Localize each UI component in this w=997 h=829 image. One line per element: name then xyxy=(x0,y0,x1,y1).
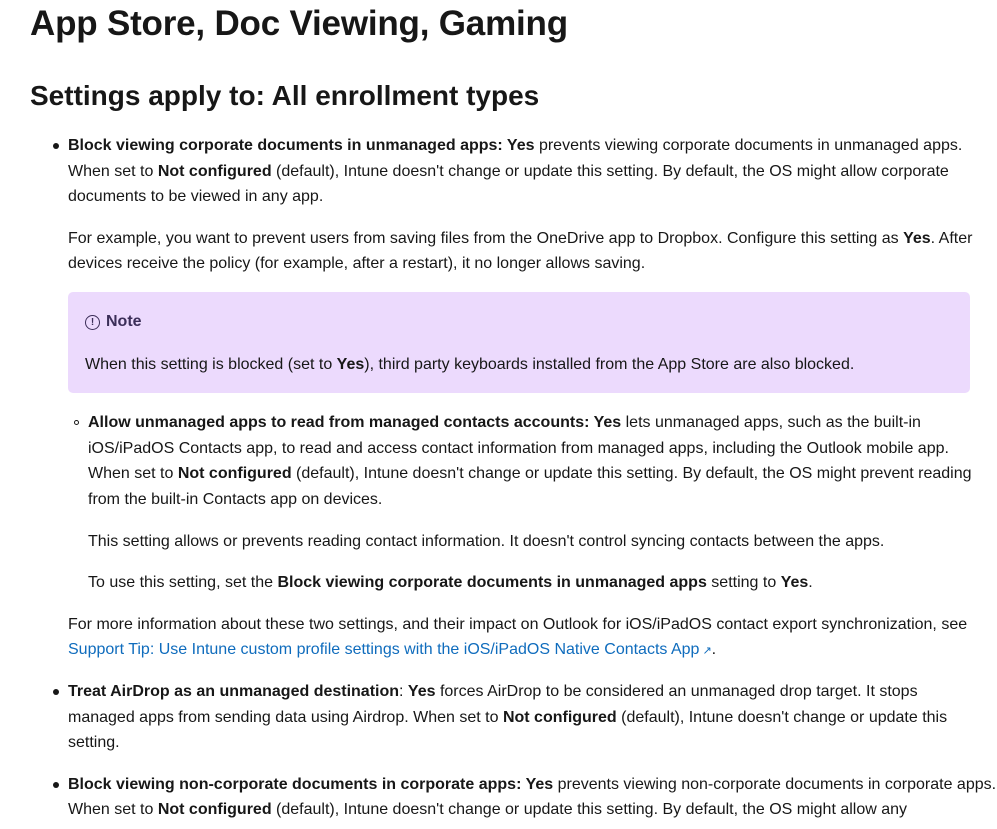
text: (default), Intune doesn't change or upda… xyxy=(271,163,949,180)
yes-value: Yes xyxy=(336,356,365,373)
example-line1: For example, you want to prevent users f… xyxy=(68,226,972,252)
yes-value: Yes xyxy=(780,574,809,591)
item1-line3: documents to be viewed in any app. xyxy=(68,188,324,205)
bullet xyxy=(53,143,59,149)
example-line2: devices receive the policy (for example,… xyxy=(68,255,646,272)
support-tip-link[interactable]: Support Tip: Use Intune custom profile s… xyxy=(68,641,699,658)
subitem-line1: Allow unmanaged apps to read from manage… xyxy=(88,410,921,436)
text: (default), Intune doesn't change or upda… xyxy=(616,709,948,726)
yes-value: Yes xyxy=(525,776,554,793)
text: When this setting is blocked (set to xyxy=(85,356,337,373)
setting-reference: Block viewing corporate documents in unm… xyxy=(277,574,707,591)
bullet xyxy=(53,782,59,788)
setting-name: Block viewing non-corporate documents in… xyxy=(68,776,517,793)
text: When set to xyxy=(88,465,178,482)
setting-name: Treat AirDrop as an unmanaged destinatio… xyxy=(68,683,400,700)
bullet xyxy=(53,689,59,695)
not-configured-value: Not configured xyxy=(177,465,292,482)
setting-name: Block viewing corporate documents in unm… xyxy=(68,137,498,154)
text: (default), Intune doesn't change or upda… xyxy=(291,465,972,482)
text: To use this setting, set the xyxy=(88,574,278,591)
not-configured-value: Not configured xyxy=(157,801,272,818)
note-title-text: Note xyxy=(106,313,142,330)
text: forces AirDrop to be considered an unman… xyxy=(435,683,918,700)
separator: : xyxy=(399,683,408,700)
item1-line2: When set to Not configured (default), In… xyxy=(68,159,949,185)
text: lets unmanaged apps, such as the built-i… xyxy=(621,414,921,431)
text: (default), Intune doesn't change or upda… xyxy=(271,801,908,818)
yes-value: Yes xyxy=(506,137,535,154)
subitem-line3: When set to Not configured (default), In… xyxy=(88,461,972,487)
more-info-line2: Support Tip: Use Intune custom profile s… xyxy=(68,637,716,665)
subitem-para3: To use this setting, set the Block viewi… xyxy=(88,570,813,596)
text: ), third party keyboards installed from … xyxy=(364,356,855,373)
yes-value: Yes xyxy=(407,683,436,700)
info-circle-icon: ! xyxy=(85,314,100,330)
external-link-icon: ↗ xyxy=(702,645,712,657)
setting-name: Allow unmanaged apps to read from manage… xyxy=(88,414,585,431)
separator: : xyxy=(516,776,526,793)
more-info-line1: For more information about these two set… xyxy=(68,616,968,633)
text: When set to xyxy=(68,163,158,180)
section-heading: Settings apply to: All enrollment types xyxy=(30,80,540,111)
yes-value: Yes xyxy=(903,230,931,247)
note-callout: ! Note When this setting is blocked (set… xyxy=(68,292,970,393)
not-configured-value: Not configured xyxy=(502,709,617,726)
not-configured-value: Not configured xyxy=(157,163,272,180)
yes-value: Yes xyxy=(593,414,622,431)
note-body: When this setting is blocked (set to Yes… xyxy=(85,352,854,377)
doc-page: App Store, Doc Viewing, Gaming Settings … xyxy=(0,0,997,829)
text: prevents viewing non-corporate documents… xyxy=(553,776,997,793)
subitem-line2: iOS/iPadOS Contacts app, to read and acc… xyxy=(88,440,949,457)
text: . xyxy=(711,641,717,658)
text: managed apps from sending data using Air… xyxy=(68,709,503,726)
text: . xyxy=(808,574,813,591)
sub-bullet xyxy=(74,420,79,425)
text: setting to xyxy=(706,574,781,591)
item3-line1: Block viewing non-corporate documents in… xyxy=(68,772,996,798)
separator: : xyxy=(497,137,507,154)
subitem-para2: This setting allows or prevents reading … xyxy=(88,533,885,550)
item2-line2: managed apps from sending data using Air… xyxy=(68,705,947,731)
text: . After xyxy=(930,230,973,247)
item3-line2: When set to Not configured (default), In… xyxy=(68,797,907,823)
subitem-line4: from the built-in Contacts app on device… xyxy=(88,491,383,508)
note-title: ! Note xyxy=(85,313,142,331)
page-title: App Store, Doc Viewing, Gaming xyxy=(30,4,568,43)
item1-line1: Block viewing corporate documents in unm… xyxy=(68,133,962,159)
text: When set to xyxy=(68,801,158,818)
item2-line1: Treat AirDrop as an unmanaged destinatio… xyxy=(68,679,918,705)
item2-line3: setting. xyxy=(68,734,120,751)
text: prevents viewing corporate documents in … xyxy=(534,137,963,154)
separator: : xyxy=(584,414,594,431)
text: For example, you want to prevent users f… xyxy=(68,230,904,247)
